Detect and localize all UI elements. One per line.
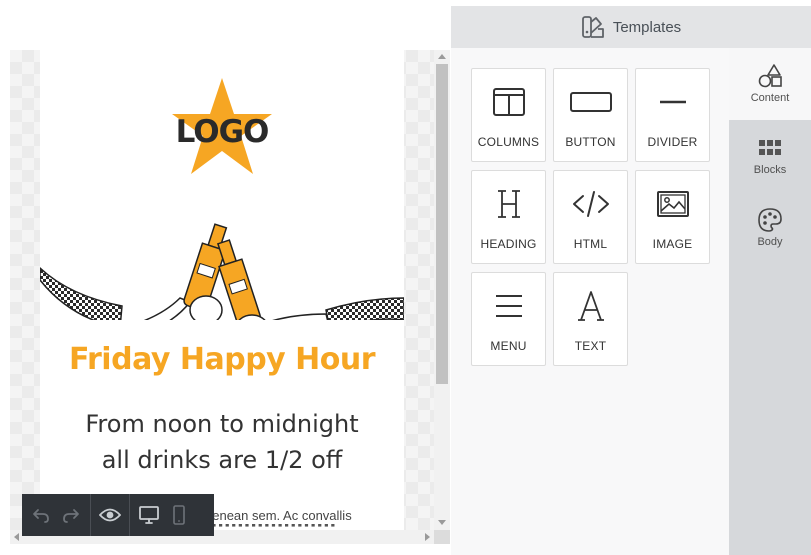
preview-button[interactable] bbox=[99, 504, 121, 526]
undo-button[interactable] bbox=[30, 504, 52, 526]
shapes-icon bbox=[758, 64, 782, 88]
scroll-down-icon[interactable] bbox=[438, 520, 446, 525]
tool-columns[interactable]: COLUMNS bbox=[471, 68, 546, 162]
email-headline[interactable]: Friday Happy Hour bbox=[40, 342, 404, 377]
mobile-view-button[interactable] bbox=[168, 504, 190, 526]
logo[interactable]: LOGO bbox=[170, 76, 274, 182]
palette-icon bbox=[758, 208, 782, 232]
subheadline-line: all drinks are 1/2 off bbox=[101, 446, 343, 474]
tool-text[interactable]: TEXT bbox=[553, 272, 628, 366]
editor-side-panel: Templates COLUMNS BUTTON DIVIDER HEADING… bbox=[451, 6, 811, 555]
vertical-scrollbar[interactable] bbox=[434, 50, 450, 530]
tool-label: HTML bbox=[573, 237, 608, 251]
redo-button[interactable] bbox=[60, 504, 82, 526]
templates-label: Templates bbox=[612, 18, 682, 36]
tab-label: Blocks bbox=[753, 164, 787, 176]
templates-button[interactable]: Templates bbox=[451, 6, 811, 48]
device-controls bbox=[130, 494, 198, 536]
editor-toolbar bbox=[22, 494, 214, 536]
tool-html[interactable]: HTML bbox=[553, 170, 628, 264]
undo-icon bbox=[33, 509, 49, 523]
tool-label: BUTTON bbox=[565, 135, 616, 149]
email-body-text[interactable]: aenean sem. Ac convallis bbox=[205, 508, 404, 523]
scroll-left-icon[interactable] bbox=[14, 533, 19, 541]
tool-menu[interactable]: MENU bbox=[471, 272, 546, 366]
desktop-view-button[interactable] bbox=[138, 504, 160, 526]
scroll-up-icon[interactable] bbox=[438, 54, 446, 59]
tool-heading[interactable]: HEADING bbox=[471, 170, 546, 264]
tool-label: TEXT bbox=[574, 339, 607, 353]
subheadline-line: From noon to midnight bbox=[85, 410, 359, 438]
tab-blocks[interactable]: Blocks bbox=[729, 120, 811, 192]
code-icon bbox=[572, 191, 609, 217]
hero-image[interactable] bbox=[40, 210, 404, 346]
canvas-viewport[interactable]: LOGO Friday Happy Hour From noon to midn… bbox=[10, 50, 434, 530]
preview-controls bbox=[91, 494, 130, 536]
tab-label: Body bbox=[757, 236, 783, 248]
text-icon bbox=[577, 291, 604, 321]
blocks-grid-icon bbox=[759, 140, 781, 155]
tool-label: COLUMNS bbox=[477, 135, 540, 149]
content-tools-panel: COLUMNS BUTTON DIVIDER HEADING HTML IMAG… bbox=[451, 48, 729, 555]
tab-label: Content bbox=[750, 92, 790, 104]
preview-eye-icon bbox=[99, 508, 121, 522]
button-icon bbox=[569, 92, 612, 112]
logo-text: LOGO bbox=[175, 114, 270, 150]
mobile-view-icon bbox=[173, 505, 185, 525]
tab-content[interactable]: Content bbox=[729, 48, 811, 120]
side-tabs: Content Blocks Body bbox=[729, 48, 811, 555]
history-controls bbox=[22, 494, 91, 536]
tool-label: MENU bbox=[490, 339, 527, 353]
menu-icon bbox=[495, 295, 522, 317]
tool-image[interactable]: IMAGE bbox=[635, 170, 710, 264]
cheers-beer-illustration bbox=[40, 223, 404, 346]
heading-icon bbox=[497, 190, 520, 218]
scrollbar-corner bbox=[434, 530, 450, 544]
tool-divider[interactable]: DIVIDER bbox=[635, 68, 710, 162]
email-canvas-area: LOGO Friday Happy Hour From noon to midn… bbox=[0, 0, 451, 555]
scrollbar-thumb[interactable] bbox=[436, 64, 448, 384]
tool-label: IMAGE bbox=[652, 237, 693, 251]
tab-body[interactable]: Body bbox=[729, 192, 811, 264]
image-icon bbox=[656, 191, 689, 217]
divider-icon bbox=[659, 100, 686, 104]
desktop-view-icon bbox=[139, 506, 159, 524]
tool-label: DIVIDER bbox=[647, 135, 698, 149]
columns-icon bbox=[492, 88, 525, 116]
tool-label: HEADING bbox=[480, 237, 537, 251]
tool-button[interactable]: BUTTON bbox=[553, 68, 628, 162]
templates-swatch-icon bbox=[581, 16, 604, 38]
redo-icon bbox=[63, 509, 79, 523]
scroll-right-icon[interactable] bbox=[425, 533, 430, 541]
email-subheadline[interactable]: From noon to midnight all drinks are 1/2… bbox=[40, 406, 404, 478]
email-preview[interactable]: LOGO Friday Happy Hour From noon to midn… bbox=[40, 50, 404, 530]
